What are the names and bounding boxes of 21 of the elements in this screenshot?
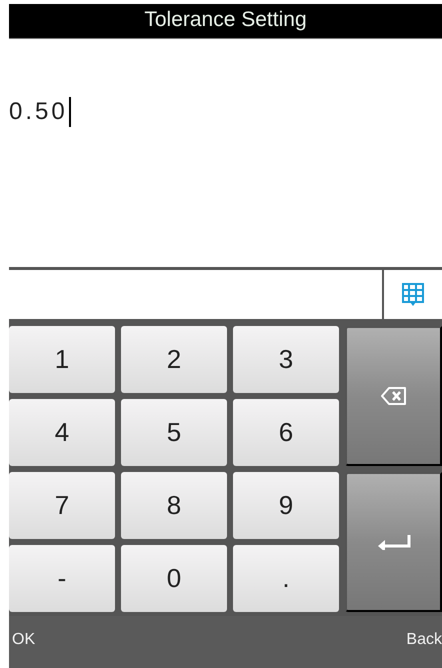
backspace-button[interactable] — [345, 326, 442, 466]
enter-icon — [376, 534, 410, 550]
key-button[interactable]: . — [233, 545, 339, 612]
key-button[interactable]: 0 — [121, 545, 227, 612]
key-button[interactable]: 3 — [233, 326, 339, 393]
enter-button[interactable] — [345, 472, 442, 612]
window-title: Tolerance Setting — [9, 4, 442, 39]
back-button[interactable]: Back — [406, 631, 442, 649]
key-button[interactable]: - — [9, 545, 115, 612]
key-button[interactable]: 8 — [121, 472, 227, 539]
key-button[interactable]: 7 — [9, 472, 115, 539]
ok-button[interactable]: OK — [9, 631, 36, 649]
backspace-icon — [380, 387, 406, 405]
key-button[interactable]: 5 — [121, 399, 227, 466]
grid-icon — [402, 282, 424, 306]
key-button[interactable]: 6 — [233, 399, 339, 466]
key-button[interactable]: 1 — [9, 326, 115, 393]
value-text: 0.50 — [9, 97, 71, 127]
key-button[interactable]: 9 — [233, 472, 339, 539]
key-button[interactable]: 2 — [121, 326, 227, 393]
key-button[interactable]: 4 — [9, 399, 115, 466]
